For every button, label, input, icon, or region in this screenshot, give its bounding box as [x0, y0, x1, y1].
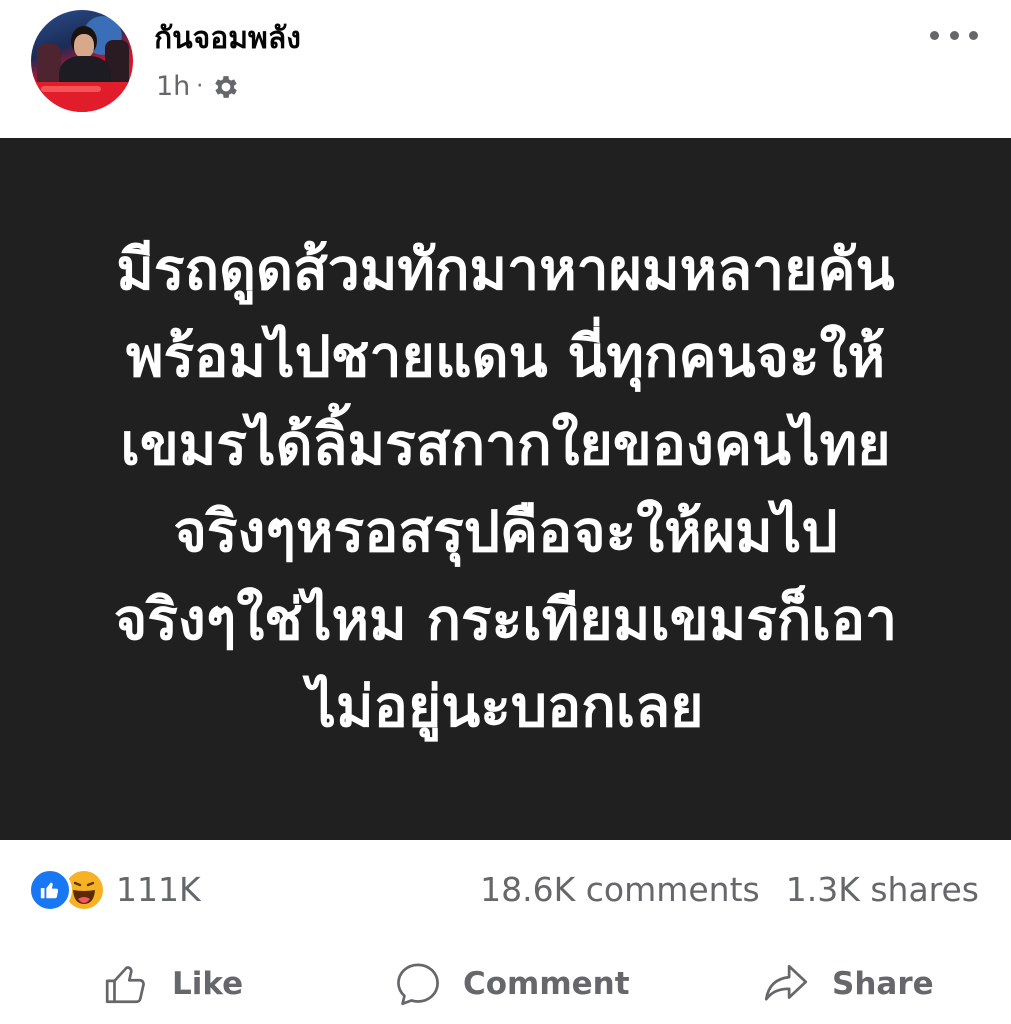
comments-count[interactable]: 18.6K comments: [480, 868, 760, 912]
post-text-card[interactable]: มีรถดูดส้วมทักมาหาผมหลายคัน พร้อมไปชายแด…: [0, 138, 1011, 840]
share-label: Share: [832, 966, 934, 1002]
like-reaction-icon: [28, 868, 72, 912]
post-text-line: จริงๆหรอสรุปคือจะให้ผมไป: [173, 499, 838, 565]
meta-separator: ·: [196, 74, 204, 99]
comment-label: Comment: [463, 966, 630, 1002]
share-arrow-icon: [764, 964, 808, 1001]
share-button[interactable]: Share: [760, 954, 934, 1014]
post-header: กันจอมพลัง 1h ·: [0, 0, 1011, 138]
post-actions: Like Comment Share: [0, 944, 1011, 1024]
reactions-count: 111K: [116, 870, 201, 909]
more-dot-icon: [930, 30, 939, 40]
post-text-line: จริงๆใช่ไหม กระเทียมเขมรก็เอา: [113, 586, 898, 653]
author-avatar[interactable]: [31, 10, 133, 112]
comment-button[interactable]: Comment: [393, 954, 630, 1014]
post-text-line: มีรถดูดส้วมทักมาหาผมหลายคัน: [116, 236, 895, 303]
post-text-line: พร้อมไปชายแดน นี่ทุกคนจะให้: [125, 324, 886, 390]
thumbs-up-icon: [105, 966, 145, 1004]
author-name[interactable]: กันจอมพลัง: [154, 20, 301, 58]
comment-bubble-icon: [397, 963, 439, 1006]
more-dot-icon: [969, 30, 978, 40]
post-meta: 1h ·: [156, 70, 241, 104]
post-text-line: เขมรได้ลิ้มรสกากใยของคนไทย: [120, 411, 891, 478]
like-button[interactable]: Like: [102, 954, 243, 1014]
shares-count[interactable]: 1.3K shares: [786, 868, 979, 912]
more-dot-icon: [949, 30, 959, 40]
engagement-counts: 18.6K comments 1.3K shares: [480, 868, 979, 912]
post-text-line: ไม่อยู่นะบอกเลย: [307, 674, 704, 740]
post-text: มีรถดูดส้วมทักมาหาผมหลายคัน พร้อมไปชายแด…: [36, 227, 976, 752]
more-options-button[interactable]: [930, 20, 978, 50]
post-time[interactable]: 1h: [156, 70, 190, 104]
reactions-summary[interactable]: 111K: [28, 868, 201, 912]
post-stats: 111K 18.6K comments 1.3K shares: [0, 852, 1011, 932]
like-label: Like: [172, 966, 244, 1002]
gear-icon[interactable]: [211, 72, 241, 102]
